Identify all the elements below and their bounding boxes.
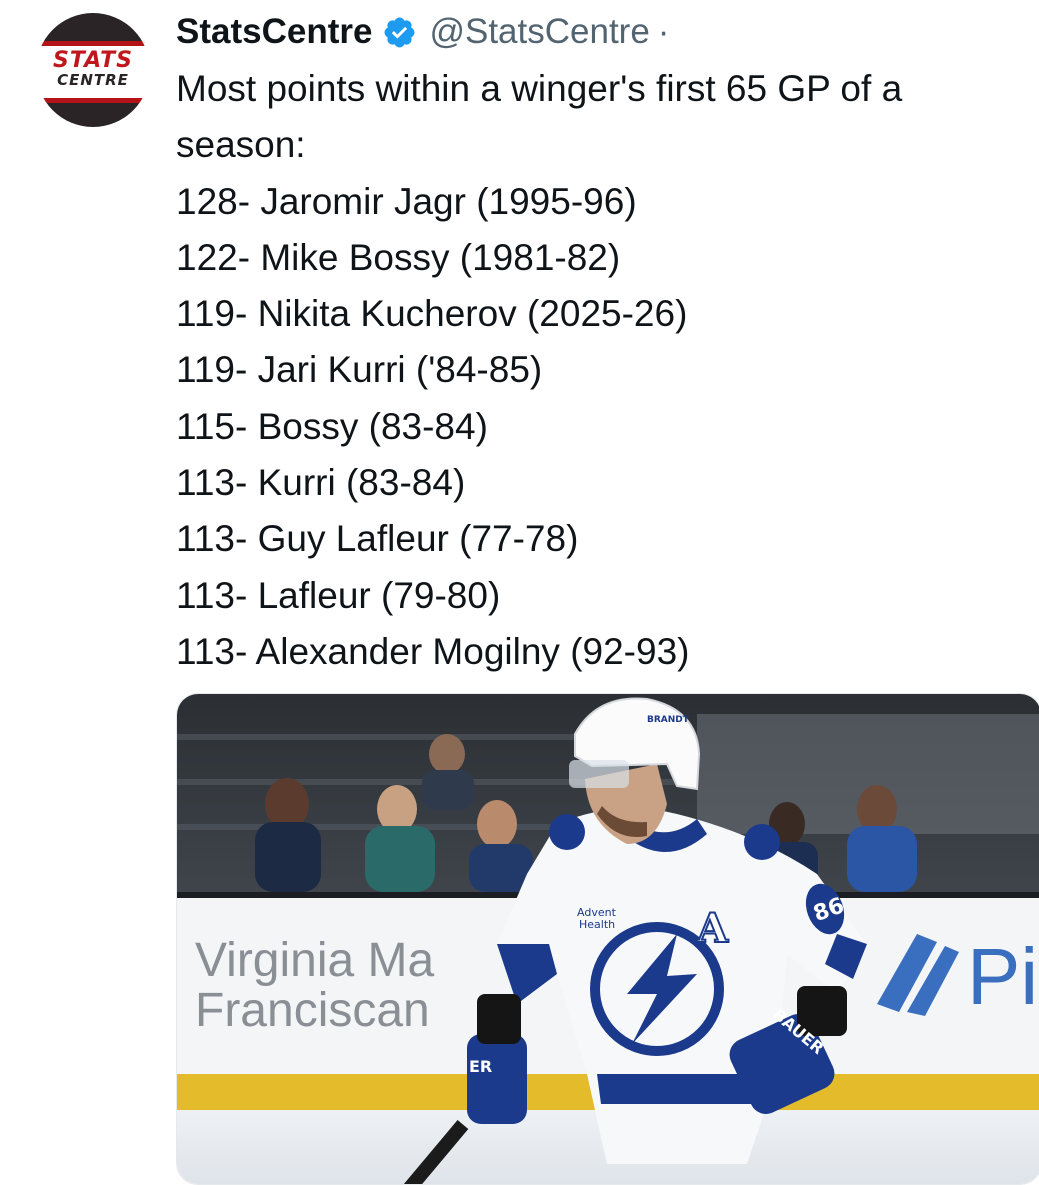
helmet-brand: BRANDT bbox=[647, 715, 690, 725]
stat-line: 122- Mike Bossy (1981-82) bbox=[176, 236, 621, 278]
tweet-media-photo[interactable]: Virginia Ma Franciscan Pi 86 A Advent He… bbox=[176, 693, 1039, 1185]
board-ad-text: Franciscan bbox=[195, 984, 430, 1037]
verified-badge-icon bbox=[382, 15, 417, 50]
hockey-photo: Virginia Ma Franciscan Pi 86 A Advent He… bbox=[177, 694, 1039, 1184]
avatar-logo-stats: STATS bbox=[53, 48, 133, 73]
jersey-letter: A bbox=[696, 905, 729, 952]
tweet-text: Most points within a winger's first 65 G… bbox=[176, 61, 1036, 680]
glove-text: ER bbox=[469, 1057, 492, 1076]
stat-line: 128- Jaromir Jagr (1995-96) bbox=[176, 180, 637, 222]
board-right-text: Pi bbox=[967, 932, 1038, 1021]
stat-line: 115- Bossy (83-84) bbox=[176, 405, 488, 447]
author-display-name[interactable]: StatsCentre bbox=[176, 12, 372, 52]
stat-line: 113- Alexander Mogilny (92-93) bbox=[176, 630, 690, 672]
stat-line: 119- Nikita Kucherov (2025-26) bbox=[176, 293, 688, 335]
stat-line: 113- Lafleur (79-80) bbox=[176, 574, 501, 616]
stat-line: 119- Jari Kurri ('84-85) bbox=[176, 349, 543, 391]
avatar-band bbox=[36, 103, 150, 127]
tweet-intro: Most points within a winger's first 65 G… bbox=[176, 68, 903, 166]
stat-line: 113- Kurri (83-84) bbox=[176, 462, 466, 504]
author-avatar[interactable]: STATS CENTRE bbox=[36, 13, 150, 127]
stat-line: 113- Guy Lafleur (77-78) bbox=[176, 518, 579, 560]
header-separator: · bbox=[657, 12, 670, 51]
tweet-header: StatsCentre @StatsCentre · bbox=[176, 8, 669, 56]
jersey-sponsor: Health bbox=[579, 918, 615, 931]
avatar-band bbox=[36, 13, 150, 41]
board-ad-text: Virginia Ma bbox=[195, 934, 435, 987]
author-handle[interactable]: @StatsCentre bbox=[429, 12, 649, 52]
avatar-logo-centre: CENTRE bbox=[57, 71, 129, 89]
